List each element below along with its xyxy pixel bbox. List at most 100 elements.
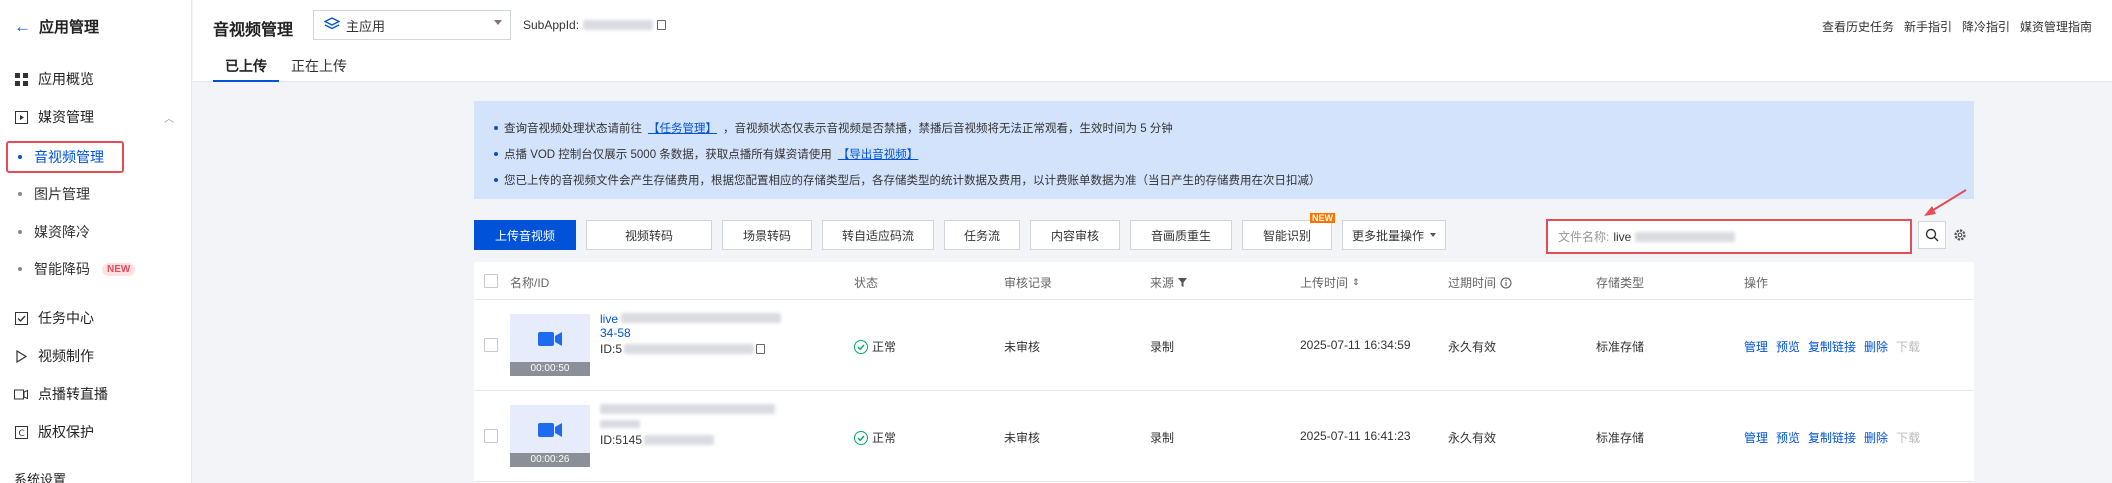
- download-link: 下载: [1896, 431, 1921, 445]
- check-square-icon: [14, 311, 28, 325]
- duration-label: 00:00:26: [510, 453, 590, 467]
- play-square-icon: [14, 110, 28, 124]
- tab-uploaded[interactable]: 已上传: [213, 54, 279, 82]
- sidebar-item-cold[interactable]: 媒资降冷: [0, 216, 192, 248]
- delete-link[interactable]: 删除: [1864, 429, 1888, 446]
- check-circle-icon: [854, 430, 868, 445]
- gear-icon: [1954, 229, 1966, 241]
- search-input[interactable]: 文件名称: live: [1546, 219, 1912, 254]
- media-name-link[interactable]: [600, 403, 775, 417]
- row-checkbox[interactable]: [484, 338, 498, 352]
- quality-rebirth-button[interactable]: 音画质重生: [1130, 220, 1232, 250]
- storage-cell: 标准存储: [1596, 431, 1645, 445]
- chevron-up-icon[interactable]: ︿: [164, 110, 174, 125]
- expire-cell: 永久有效: [1448, 340, 1497, 354]
- tab-uploading[interactable]: 正在上传: [279, 54, 359, 82]
- smart-recognition-button[interactable]: 智能识别 NEW: [1242, 213, 1335, 250]
- col-source[interactable]: 来源: [1150, 274, 1188, 291]
- download-link: 下载: [1896, 340, 1921, 354]
- toolbar: 上传音视频 视频转码 场景转码 转自适应码流 任务流 内容审核 音画质重生 智能…: [474, 213, 1446, 250]
- sidebar-title[interactable]: ← 应用管理: [14, 16, 99, 37]
- settings-button[interactable]: [1951, 226, 1969, 244]
- table-header: 名称/ID 状态 审核记录 来源 上传时间 ⇕ 过期时间 存储类型 操作: [474, 262, 1974, 300]
- preview-link[interactable]: 预览: [1776, 338, 1800, 355]
- source-cell: 录制: [1150, 340, 1175, 354]
- storage-cell: 标准存储: [1596, 340, 1645, 354]
- delete-link[interactable]: 删除: [1864, 338, 1888, 355]
- content-review-button[interactable]: 内容审核: [1030, 220, 1120, 250]
- video-thumbnail[interactable]: 00:00:50: [510, 314, 590, 376]
- task-flow-button[interactable]: 任务流: [944, 220, 1020, 250]
- copy-icon[interactable]: [657, 20, 667, 30]
- search-icon: [1925, 228, 1939, 242]
- media-table: 名称/ID 状态 审核记录 来源 上传时间 ⇕ 过期时间 存储类型 操作 00:…: [474, 262, 1974, 483]
- chevron-down-icon: [494, 20, 502, 25]
- sidebar-item-copyright[interactable]: C 版权保护: [0, 416, 192, 448]
- media-name-link[interactable]: [600, 417, 640, 431]
- sidebar-item-smart-bitrate[interactable]: 智能降码 NEW: [0, 253, 192, 285]
- new-badge: NEW: [1310, 213, 1335, 223]
- review-cell: 未审核: [1004, 340, 1041, 354]
- link-cold-guide[interactable]: 降冷指引: [1962, 18, 2010, 35]
- transcode-button[interactable]: 视频转码: [586, 220, 712, 250]
- chevron-down-icon: [1430, 233, 1436, 237]
- task-manage-link[interactable]: 【任务管理】: [648, 120, 717, 136]
- batch-ops-dropdown[interactable]: 更多批量操作: [1342, 220, 1446, 250]
- video-camera-icon: [538, 332, 562, 346]
- row-ops: 管理 预览 复制链接 删除 下载: [1744, 338, 1920, 355]
- adaptive-stream-button[interactable]: 转自适应码流: [822, 220, 934, 250]
- row-checkbox[interactable]: [484, 429, 498, 443]
- notice-line: 点播 VOD 控制台仅展示 5000 条数据，获取点播所有媒资请使用 【导出音视频…: [494, 141, 1954, 167]
- table-row: 00:00:26 ID:5145 正常 未审核 录制 2025-07-11 16…: [474, 391, 1974, 482]
- copy-link[interactable]: 复制链接: [1808, 338, 1856, 355]
- notice-panel: 查询音视频处理状态请前往 【任务管理】 ，音视频状态仅表示音视频是否禁播，禁播后音视…: [474, 101, 1974, 199]
- sidebar-item-images[interactable]: 图片管理: [0, 178, 192, 210]
- preview-link[interactable]: 预览: [1776, 429, 1800, 446]
- expire-cell: 永久有效: [1448, 431, 1497, 445]
- link-beginner-guide[interactable]: 新手指引: [1904, 18, 1952, 35]
- col-ops: 操作: [1744, 276, 1769, 290]
- sidebar-item-vod-live[interactable]: 点播转直播: [0, 378, 192, 410]
- play-icon: [14, 349, 28, 363]
- link-history-tasks[interactable]: 查看历史任务: [1822, 18, 1894, 35]
- copy-icon[interactable]: [756, 344, 766, 354]
- export-link[interactable]: 【导出音视频】: [838, 146, 919, 162]
- info-icon[interactable]: [1500, 277, 1512, 289]
- sidebar-item-system[interactable]: 系统设置: [0, 462, 192, 483]
- link-media-guide[interactable]: 媒资管理指南: [2020, 18, 2092, 35]
- sidebar-item-media[interactable]: 媒资管理 ︿: [0, 101, 192, 133]
- sidebar-item-overview[interactable]: 应用概览: [0, 63, 192, 95]
- upload-time-cell: 2025-07-11 16:34:59: [1300, 338, 1411, 352]
- manage-link[interactable]: 管理: [1744, 429, 1768, 446]
- sidebar-item-video-make[interactable]: 视频制作: [0, 340, 192, 372]
- status-badge: 正常: [854, 429, 896, 446]
- svg-text:C: C: [18, 429, 24, 439]
- upload-button[interactable]: 上传音视频: [474, 220, 576, 250]
- media-name-link[interactable]: live: [600, 312, 782, 326]
- header: 音视频管理 主应用 SubAppId: 查看历史任务 新手指引 降冷指引 媒资管…: [193, 0, 2112, 82]
- notice-line: 查询音视频处理状态请前往 【任务管理】 ，音视频状态仅表示音视频是否禁播，禁播后音视…: [494, 115, 1954, 141]
- review-cell: 未审核: [1004, 431, 1041, 445]
- copyright-icon: C: [14, 425, 28, 439]
- top-links: 查看历史任务 新手指引 降冷指引 媒资管理指南: [1822, 18, 2092, 35]
- col-review: 审核记录: [1004, 276, 1053, 290]
- sort-icon[interactable]: ⇕: [1352, 277, 1360, 288]
- search-button[interactable]: [1918, 221, 1946, 249]
- sidebar-item-tasks[interactable]: 任务中心: [0, 302, 192, 334]
- layers-icon: [323, 16, 341, 34]
- col-expire: 过期时间: [1448, 274, 1512, 291]
- grid-icon: [14, 72, 28, 86]
- select-all-checkbox[interactable]: [484, 274, 498, 288]
- redacted-value: [583, 20, 654, 30]
- sidebar: ← 应用管理 应用概览 媒资管理 ︿ 音视频管理 图片管理 媒资降冷 智能降码 …: [0, 0, 192, 483]
- app-select[interactable]: 主应用: [313, 10, 511, 40]
- video-thumbnail[interactable]: 00:00:26: [510, 405, 590, 467]
- manage-link[interactable]: 管理: [1744, 338, 1768, 355]
- copy-link[interactable]: 复制链接: [1808, 429, 1856, 446]
- col-upload-time[interactable]: 上传时间 ⇕: [1300, 274, 1360, 291]
- media-id: ID:5145: [600, 433, 715, 447]
- media-name-link[interactable]: 34-58: [600, 326, 631, 340]
- arrow-left-icon[interactable]: ←: [14, 17, 31, 37]
- filter-icon[interactable]: [1178, 278, 1188, 287]
- scene-transcode-button[interactable]: 场景转码: [722, 220, 812, 250]
